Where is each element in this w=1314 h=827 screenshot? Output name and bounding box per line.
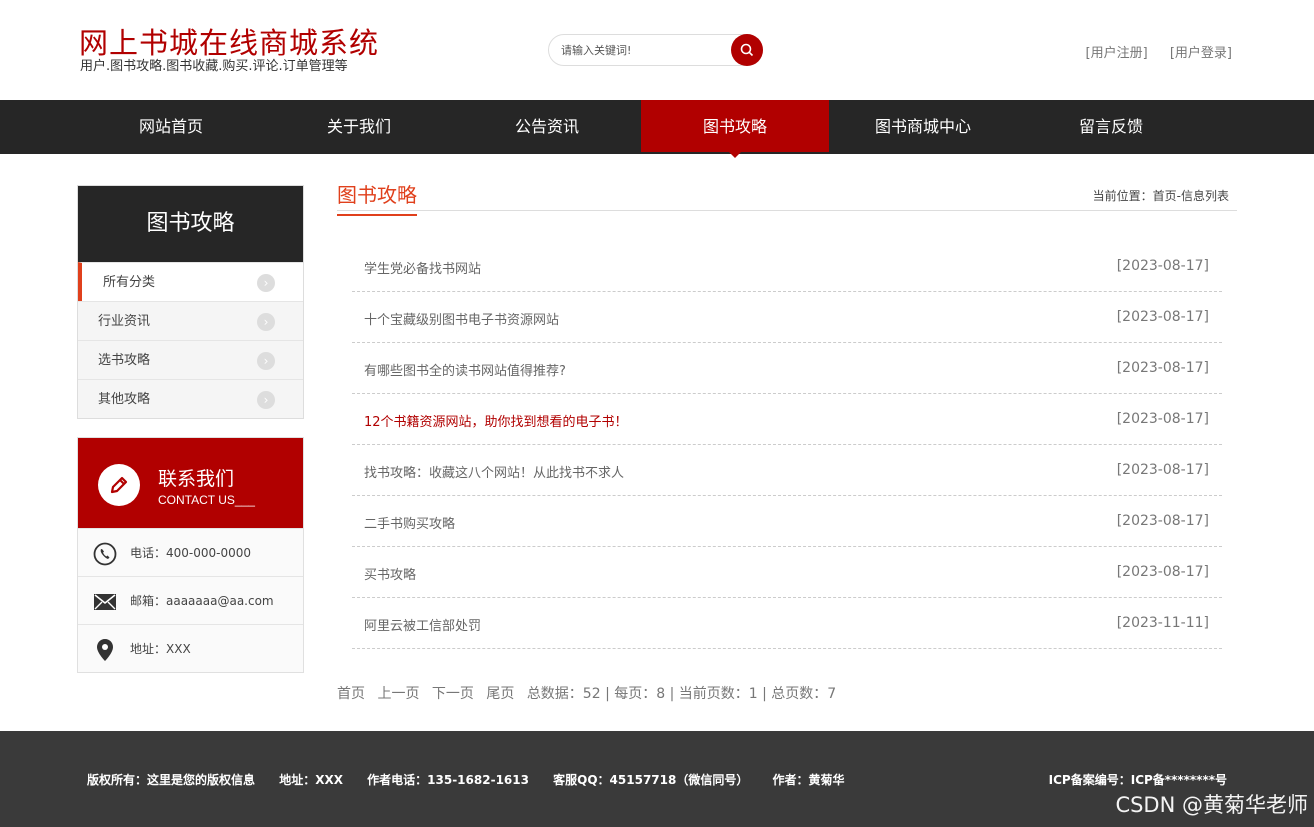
sidebar-item-label: 行业资讯: [98, 314, 150, 329]
contact-phone-text: 电话：400-000-0000: [130, 546, 251, 560]
mail-icon: [92, 589, 118, 615]
article-date: [2023-08-17]: [1117, 411, 1209, 427]
pager-first[interactable]: 首页: [337, 686, 365, 702]
nav-about[interactable]: 关于我们: [265, 100, 453, 154]
contact-email: 邮箱：aaaaaaa@aa.com: [78, 576, 303, 624]
sidebar-item-label: 其他攻略: [98, 392, 150, 407]
article-link[interactable]: 二手书购买攻略: [364, 513, 455, 532]
footer-copyright: 版权所有：这里是您的版权信息: [87, 773, 255, 787]
contact-subtitle: CONTACT US___: [158, 493, 255, 507]
list-item: 学生党必备找书网站 [2023-08-17]: [352, 241, 1222, 292]
sidebar-categories: 图书攻略 所有分类 › 行业资讯 › 选书攻略 › 其他攻略 ›: [77, 185, 304, 419]
search-button[interactable]: [731, 34, 763, 66]
footer: 版权所有：这里是您的版权信息 地址：XXX 作者电话：135-1682-1613…: [0, 731, 1314, 827]
breadcrumb: 当前位置：首页-信息列表: [1093, 187, 1229, 204]
footer-icp: ICP备案编号：ICP备********号: [1049, 771, 1227, 788]
sidebar-item-other[interactable]: 其他攻略 ›: [78, 379, 303, 418]
article-link[interactable]: 买书攻略: [364, 564, 416, 583]
sidebar-item-all[interactable]: 所有分类 ›: [78, 262, 303, 301]
sidebar-item-label: 所有分类: [103, 275, 155, 290]
nav-news[interactable]: 公告资讯: [453, 100, 641, 154]
article-link[interactable]: 有哪些图书全的读书网站值得推荐?: [364, 360, 566, 379]
location-pin-icon: [92, 637, 118, 663]
list-item: 十个宝藏级别图书电子书资源网站 [2023-08-17]: [352, 292, 1222, 343]
search-input[interactable]: [561, 41, 726, 59]
search-icon: [740, 43, 754, 57]
pagination: 首页 上一页 下一页 尾页 总数据：52 | 每页：8 | 当前页数：1 | 总…: [337, 683, 836, 703]
pager-next[interactable]: 下一页: [432, 686, 474, 702]
nav-feedback[interactable]: 留言反馈: [1017, 100, 1205, 154]
pencil-icon: [98, 464, 140, 506]
chevron-right-icon: ›: [257, 352, 275, 370]
list-item: 二手书购买攻略 [2023-08-17]: [352, 496, 1222, 547]
user-links: [用户注册] [用户登录]: [1068, 42, 1232, 61]
pager-prev[interactable]: 上一页: [377, 686, 419, 702]
sidebar-title: 图书攻略: [78, 186, 303, 262]
article-link[interactable]: 12个书籍资源网站，助你找到想看的电子书！: [364, 411, 628, 430]
phone-icon: [92, 541, 118, 567]
footer-author-phone: 作者电话：135-1682-1613: [367, 773, 529, 787]
title-divider: [337, 210, 1237, 211]
article-date: [2023-11-11]: [1117, 615, 1209, 631]
list-item: 买书攻略 [2023-08-17]: [352, 547, 1222, 598]
article-date: [2023-08-17]: [1117, 258, 1209, 274]
contact-header: 联系我们 CONTACT US___: [78, 438, 303, 528]
chevron-right-icon: ›: [257, 313, 275, 331]
login-link[interactable]: [用户登录]: [1170, 46, 1232, 61]
contact-address-text: 地址：XXX: [130, 642, 191, 656]
nav-book-mall[interactable]: 图书商城中心: [829, 100, 1017, 154]
sidebar-item-label: 选书攻略: [98, 353, 150, 368]
list-item: 找书攻略：收藏这八个网站！从此找书不求人 [2023-08-17]: [352, 445, 1222, 496]
contact-title: 联系我们: [158, 464, 234, 491]
footer-address: 地址：XXX: [279, 773, 343, 787]
search-box: [548, 34, 763, 66]
footer-author: 作者：黄菊华: [773, 773, 845, 787]
nav-home[interactable]: 网站首页: [77, 100, 265, 154]
header: 网上书城在线商城系统 用户.图书攻略.图书收藏.购买.评论.订单管理等 [用户注…: [0, 0, 1314, 100]
chevron-right-icon: ›: [257, 274, 275, 292]
watermark: CSDN @黄菊华老师: [1115, 789, 1308, 819]
site-subtitle: 用户.图书攻略.图书收藏.购买.评论.订单管理等: [80, 55, 348, 74]
contact-phone: 电话：400-000-0000: [78, 528, 303, 576]
contact-email-text: 邮箱：aaaaaaa@aa.com: [130, 594, 274, 608]
contact-box: 联系我们 CONTACT US___ 电话：400-000-0000 邮箱：aa…: [77, 437, 304, 673]
contact-address: 地址：XXX: [78, 624, 303, 672]
article-link[interactable]: 阿里云被工信部处罚: [364, 615, 481, 634]
article-link[interactable]: 学生党必备找书网站: [364, 258, 481, 277]
sidebar-item-choose[interactable]: 选书攻略 ›: [78, 340, 303, 379]
main-nav: 网站首页 关于我们 公告资讯 图书攻略 图书商城中心 留言反馈: [0, 100, 1314, 154]
nav-book-guides[interactable]: 图书攻略: [641, 100, 829, 152]
article-date: [2023-08-17]: [1117, 462, 1209, 478]
article-list: 学生党必备找书网站 [2023-08-17] 十个宝藏级别图书电子书资源网站 […: [352, 241, 1222, 649]
article-date: [2023-08-17]: [1117, 513, 1209, 529]
list-item: 有哪些图书全的读书网站值得推荐? [2023-08-17]: [352, 343, 1222, 394]
footer-qq: 客服QQ：45157718（微信同号）: [553, 773, 748, 787]
list-item: 12个书籍资源网站，助你找到想看的电子书！ [2023-08-17]: [352, 394, 1222, 445]
sidebar-item-industry[interactable]: 行业资讯 ›: [78, 301, 303, 340]
article-link[interactable]: 十个宝藏级别图书电子书资源网站: [364, 309, 559, 328]
pager-last[interactable]: 尾页: [486, 686, 514, 702]
article-date: [2023-08-17]: [1117, 564, 1209, 580]
article-date: [2023-08-17]: [1117, 360, 1209, 376]
register-link[interactable]: [用户注册]: [1086, 46, 1148, 61]
list-item: 阿里云被工信部处罚 [2023-11-11]: [352, 598, 1222, 649]
article-date: [2023-08-17]: [1117, 309, 1209, 325]
chevron-right-icon: ›: [257, 391, 275, 409]
pager-summary: 总数据：52 | 每页：8 | 当前页数：1 | 总页数：7: [527, 686, 836, 702]
footer-info: 版权所有：这里是您的版权信息 地址：XXX 作者电话：135-1682-1613…: [87, 771, 865, 788]
article-link[interactable]: 找书攻略：收藏这八个网站！从此找书不求人: [364, 462, 624, 481]
